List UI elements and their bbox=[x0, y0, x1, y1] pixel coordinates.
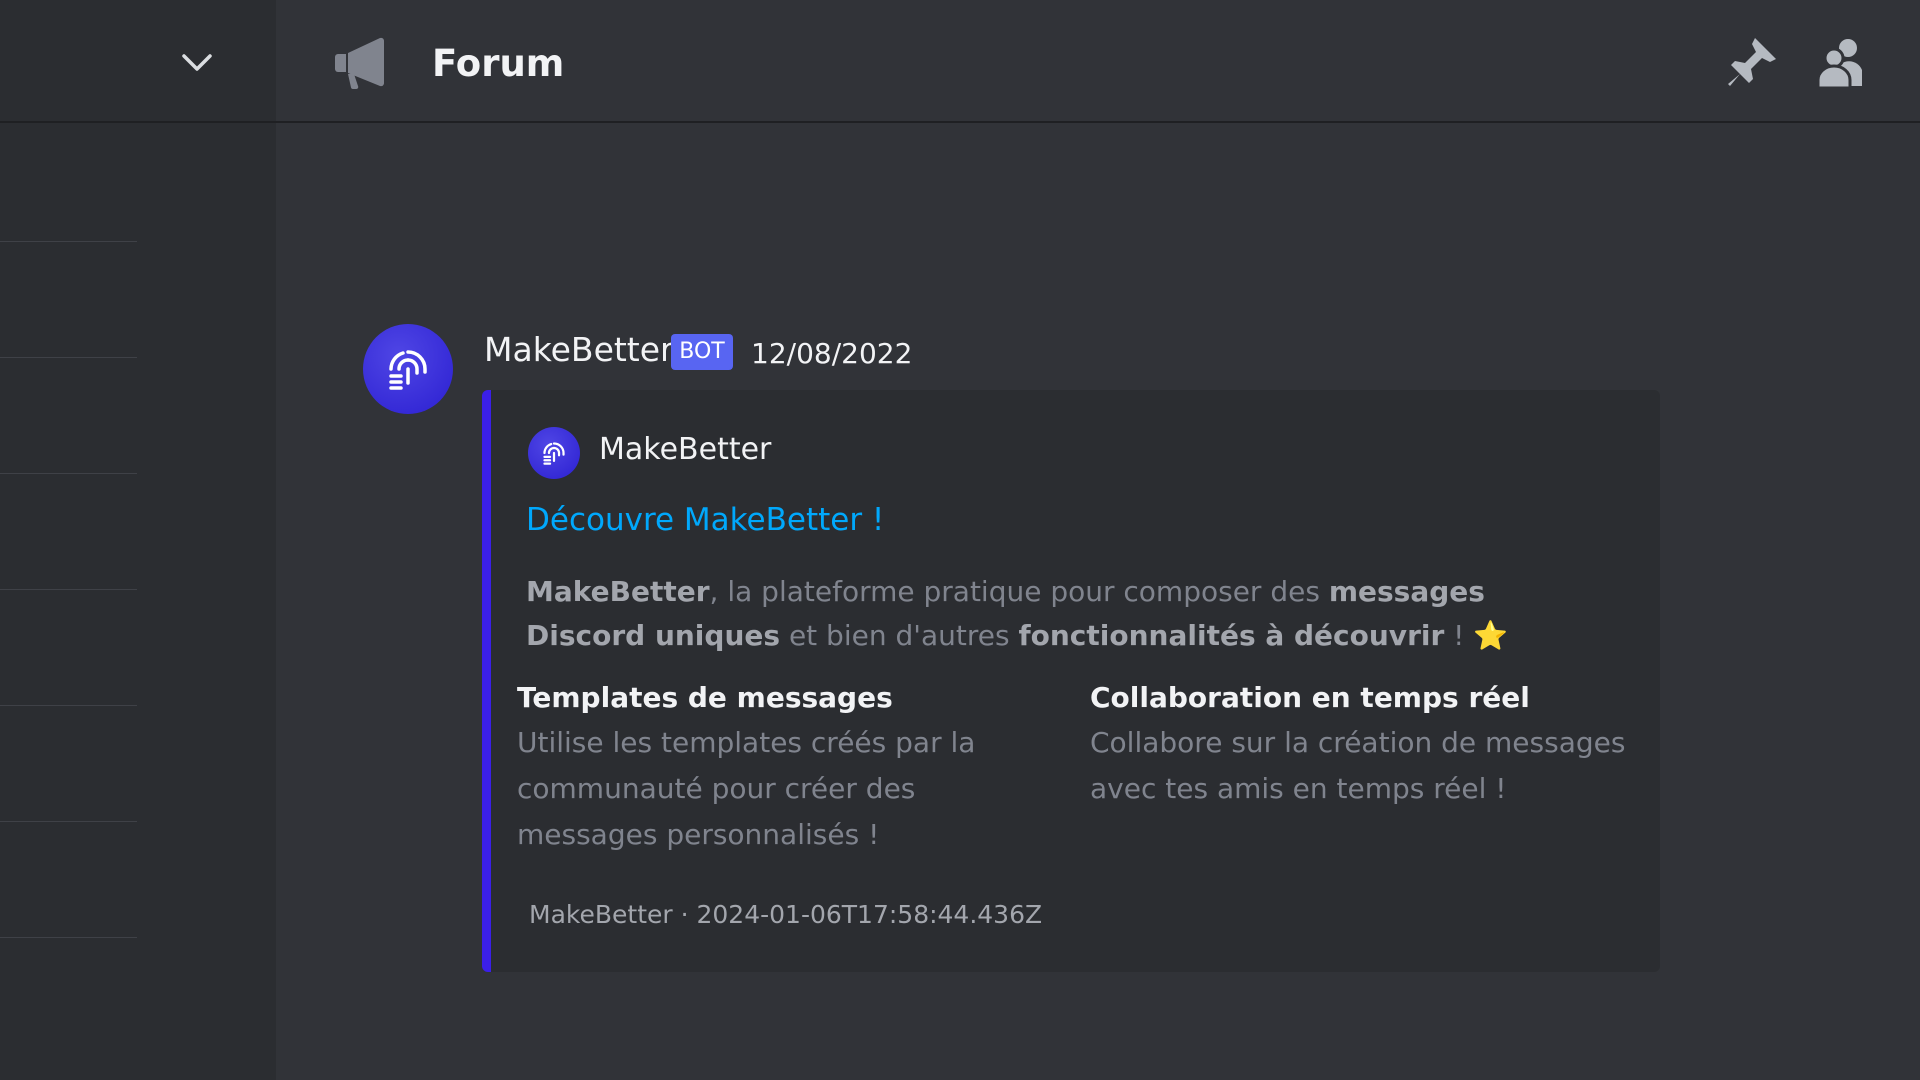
bot-badge: BOT bbox=[671, 334, 733, 370]
sidebar-divider bbox=[0, 357, 137, 358]
embed-field-name: Collaboration en temps réel bbox=[1090, 681, 1530, 714]
star-emoji-icon: ⭐ bbox=[1473, 619, 1509, 652]
embed-footer: MakeBetter · 2024-01-06T17:58:44.436Z bbox=[529, 900, 1043, 929]
sidebar-divider bbox=[0, 821, 137, 822]
desc-bold-brand: MakeBetter bbox=[526, 575, 710, 608]
members-icon[interactable] bbox=[1812, 34, 1870, 92]
embed-field-value: Collabore sur la création de messages av… bbox=[1090, 726, 1626, 805]
embed-title-link[interactable]: Découvre MakeBetter ! bbox=[526, 500, 884, 540]
desc-text: et bien d'autres bbox=[780, 619, 1019, 652]
chevron-down-icon[interactable] bbox=[180, 50, 214, 74]
sidebar-divider bbox=[0, 589, 137, 590]
fingerprint-icon bbox=[389, 350, 427, 390]
embed-description: MakeBetter, la plateforme pratique pour … bbox=[526, 570, 1526, 658]
author-avatar[interactable] bbox=[363, 324, 453, 414]
message-timestamp: 12/08/2022 bbox=[751, 337, 913, 370]
desc-text: , la plateforme pratique pour composer d… bbox=[709, 575, 1329, 608]
fingerprint-icon bbox=[543, 442, 565, 465]
megaphone-icon bbox=[335, 37, 385, 90]
sidebar-divider bbox=[0, 937, 137, 938]
channel-header: Forum bbox=[276, 0, 1920, 123]
sidebar-header[interactable] bbox=[0, 0, 276, 123]
embed-field-name: Templates de messages bbox=[517, 681, 893, 714]
message-author[interactable]: MakeBetter bbox=[484, 330, 674, 370]
embed-field-value: Utilise les templates créés par la commu… bbox=[517, 726, 976, 851]
embed-author-avatar bbox=[528, 427, 580, 479]
channel-title: Forum bbox=[432, 42, 565, 85]
embed-author-name: MakeBetter bbox=[599, 432, 772, 467]
message-embed: MakeBetter Découvre MakeBetter ! MakeBet… bbox=[482, 390, 1660, 972]
desc-bold-features: fonctionnalités à découvrir bbox=[1018, 619, 1445, 652]
sidebar-divider bbox=[0, 705, 137, 706]
channel-sidebar bbox=[0, 0, 276, 1080]
pin-icon[interactable] bbox=[1722, 34, 1780, 92]
sidebar-divider bbox=[0, 241, 137, 242]
desc-text: ! bbox=[1444, 619, 1474, 652]
sidebar-divider bbox=[0, 473, 137, 474]
